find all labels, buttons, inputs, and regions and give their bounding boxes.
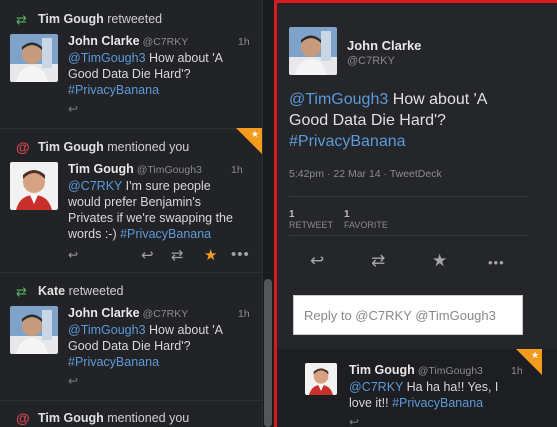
mention-link[interactable]: @TimGough3 (68, 51, 146, 65)
star-icon: ★ (531, 350, 540, 360)
author-handle[interactable]: @TimGough3 (418, 365, 483, 377)
context-line: Tim Gough mentioned you (38, 140, 189, 154)
divider (0, 272, 262, 273)
mention-icon: @ (16, 139, 30, 155)
detail-tweet-text: @TimGough3 How about 'A Good Data Die Ha… (289, 89, 529, 152)
retweet-icon[interactable]: ⇄ (171, 246, 184, 264)
context-action: mentioned you (107, 411, 190, 425)
hashtag-link[interactable]: #PrivacyBanana (68, 83, 159, 97)
reply-icon[interactable]: ↩ (310, 251, 324, 271)
tweet-text: @TimGough3 How about 'A Good Data Die Ha… (68, 322, 243, 370)
avatar[interactable] (289, 27, 337, 75)
tweet-time[interactable]: 1h (231, 164, 243, 176)
avatar[interactable] (10, 306, 58, 354)
more-icon[interactable]: ••• (488, 255, 505, 270)
tweet-text: @TimGough3 How about 'A Good Data Die Ha… (68, 50, 243, 98)
context-line: Tim Gough retweeted (38, 12, 162, 26)
tweet-detail-panel: John Clarke @C7RKY @TimGough3 How about … (274, 0, 557, 427)
detail-author-name[interactable]: John Clarke (347, 38, 421, 53)
author-name[interactable]: Tim Gough (68, 162, 134, 176)
favorite-count-label: FAVORITE (344, 220, 388, 230)
context-line: Tim Gough mentioned you (38, 411, 189, 425)
reply-icon[interactable]: ↩ (68, 374, 78, 388)
author-name[interactable]: John Clarke (68, 306, 140, 320)
context-user[interactable]: Kate (38, 284, 65, 298)
tweet-author[interactable]: John Clarke @C7RKY (68, 306, 188, 320)
reply-icon[interactable]: ↩ (141, 246, 154, 264)
reply-icon[interactable]: ↩ (68, 102, 78, 116)
divider (289, 196, 529, 197)
mention-link[interactable]: @C7RKY (349, 380, 403, 394)
retweet-count-label: RETWEET (289, 220, 333, 230)
tweet-meta: 5:42pm · 22 Mar 14 · TweetDeck (289, 168, 442, 180)
favorite-icon[interactable]: ★ (204, 246, 217, 264)
reply-icon[interactable]: ↩ (349, 415, 359, 427)
author-handle[interactable]: @C7RKY (143, 36, 189, 48)
author-name[interactable]: Tim Gough (349, 363, 415, 377)
divider (0, 400, 262, 401)
favorite-count-value: 1 (344, 209, 350, 220)
avatar[interactable] (10, 162, 58, 210)
tweet-time[interactable]: 1h (238, 308, 250, 320)
tweet-text: @C7RKY Ha ha ha!! Yes, I love it!! #Priv… (349, 379, 519, 411)
retweet-count[interactable]: 1 RETWEET (289, 209, 333, 231)
mention-link[interactable]: @C7RKY (68, 179, 122, 193)
tweet-author[interactable]: Tim Gough @TimGough3 (349, 363, 483, 377)
context-action: retweeted (107, 12, 163, 26)
author-handle[interactable]: @TimGough3 (137, 164, 202, 176)
divider (289, 235, 529, 236)
divider (0, 128, 262, 129)
hashtag-link[interactable]: #PrivacyBanana (120, 227, 211, 241)
context-line: Kate retweeted (38, 284, 123, 298)
expand-icon[interactable]: ↩ (68, 248, 78, 262)
mention-link[interactable]: @TimGough3 (289, 91, 388, 108)
tweet-actions: ↩ ↩ ⇄ ★ ••• (68, 246, 253, 264)
reply-thread: ★ Tim Gough @TimGough3 1h @C7RKY Ha ha ha… (277, 349, 557, 427)
favorite-icon[interactable]: ★ (432, 251, 447, 271)
scrollbar-thumb[interactable] (264, 279, 272, 427)
retweet-icon: ⇄ (16, 284, 27, 299)
context-action: mentioned you (107, 140, 190, 154)
context-user[interactable]: Tim Gough (38, 140, 104, 154)
tweet-author[interactable]: Tim Gough @TimGough3 (68, 162, 202, 176)
star-icon: ★ (251, 129, 260, 139)
hashtag-link[interactable]: #PrivacyBanana (68, 355, 159, 369)
mention-link[interactable]: @TimGough3 (68, 323, 146, 337)
favorite-corner: ★ (236, 128, 262, 154)
hashtag-link[interactable]: #PrivacyBanana (392, 396, 483, 410)
context-user[interactable]: Tim Gough (38, 411, 104, 425)
context-user[interactable]: Tim Gough (38, 12, 104, 26)
reply-input[interactable]: Reply to @C7RKY @TimGough3 (293, 295, 523, 335)
favorite-count[interactable]: 1 FAVORITE (344, 209, 388, 231)
tweet-author[interactable]: John Clarke @C7RKY (68, 34, 188, 48)
mention-icon: @ (16, 410, 30, 426)
author-handle[interactable]: @C7RKY (143, 308, 189, 320)
avatar[interactable] (305, 363, 337, 395)
detail-author-handle[interactable]: @C7RKY (347, 55, 395, 67)
tweet-time[interactable]: 1h (511, 365, 523, 377)
hashtag-link[interactable]: #PrivacyBanana (289, 133, 406, 150)
timeline-column[interactable]: ⇄ Tim Gough retweeted John Clarke @C7RKY … (0, 0, 262, 427)
avatar[interactable] (10, 34, 58, 82)
tweet-text: @C7RKY I'm sure people would prefer Benj… (68, 178, 243, 242)
more-icon[interactable]: ••• (231, 246, 250, 263)
tweet-time[interactable]: 1h (238, 36, 250, 48)
author-name[interactable]: John Clarke (68, 34, 140, 48)
context-action: retweeted (68, 284, 124, 298)
retweet-icon[interactable]: ⇄ (371, 251, 385, 271)
retweet-icon: ⇄ (16, 12, 27, 27)
retweet-count-value: 1 (289, 209, 295, 220)
